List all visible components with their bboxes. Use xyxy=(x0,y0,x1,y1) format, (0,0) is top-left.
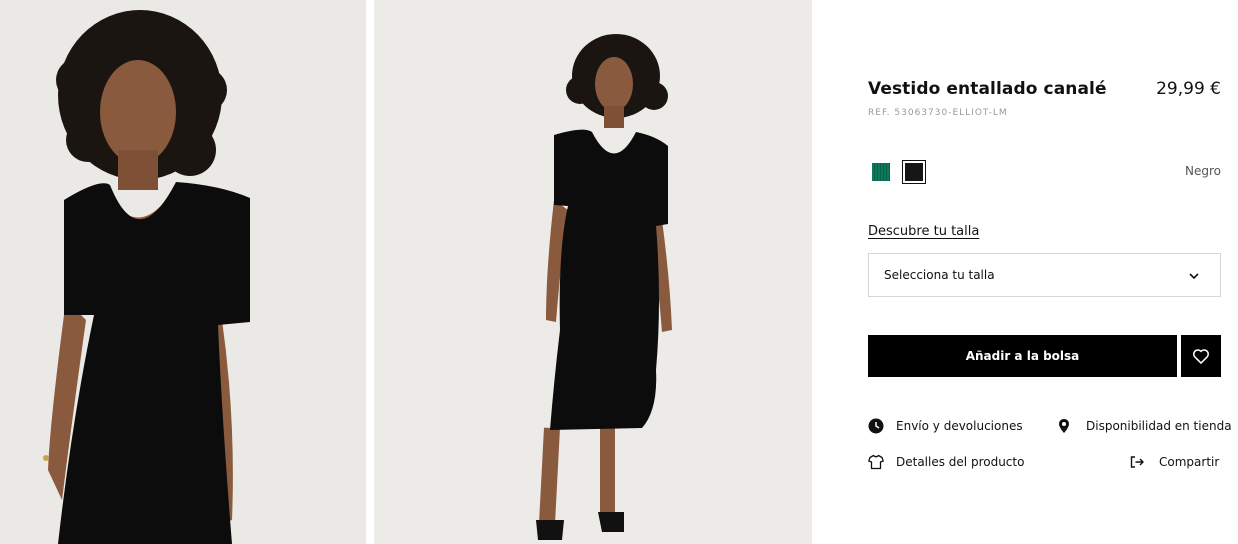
product-reference: REF. 53063730-ELLIOT-LM xyxy=(868,108,1008,118)
tshirt-icon xyxy=(868,454,884,470)
chevron-down-icon xyxy=(1189,273,1199,280)
product-title: Vestido entallado canalé xyxy=(868,79,1107,99)
size-select-dropdown[interactable]: Selecciona tu talla xyxy=(868,253,1221,297)
heart-icon xyxy=(1193,349,1209,364)
size-guide-link[interactable]: Descubre tu talla xyxy=(868,224,979,239)
product-price: 29,99 € xyxy=(1156,79,1221,99)
clock-icon xyxy=(868,418,884,434)
location-pin-icon xyxy=(1059,419,1069,433)
product-details-label: Detalles del producto xyxy=(896,455,1025,469)
selected-color-name: Negro xyxy=(1185,164,1221,178)
color-swatch-black-selected[interactable] xyxy=(902,160,926,184)
model-closeup-illustration xyxy=(0,0,366,544)
store-availability-link[interactable]: Disponibilidad en tienda xyxy=(1056,418,1232,434)
share-label: Compartir xyxy=(1159,455,1220,469)
add-to-bag-button[interactable]: Añadir a la bolsa xyxy=(868,335,1177,377)
shipping-returns-link[interactable]: Envío y devoluciones xyxy=(868,418,1023,434)
product-info-panel: Vestido entallado canalé 29,99 € REF. 53… xyxy=(868,0,1232,544)
share-icon xyxy=(1130,456,1144,468)
size-select-label: Selecciona tu talla xyxy=(884,268,995,282)
shipping-returns-label: Envío y devoluciones xyxy=(896,419,1023,433)
share-link[interactable]: Compartir xyxy=(1129,454,1219,470)
model-full-body-illustration xyxy=(374,0,812,544)
add-to-favorites-button[interactable] xyxy=(1181,335,1221,377)
product-photo-full-body[interactable] xyxy=(374,0,812,544)
store-availability-label: Disponibilidad en tienda xyxy=(1086,419,1232,433)
product-photo-front-closeup[interactable] xyxy=(0,0,366,544)
color-swatch-green[interactable] xyxy=(870,161,892,183)
product-details-link[interactable]: Detalles del producto xyxy=(868,454,1024,470)
